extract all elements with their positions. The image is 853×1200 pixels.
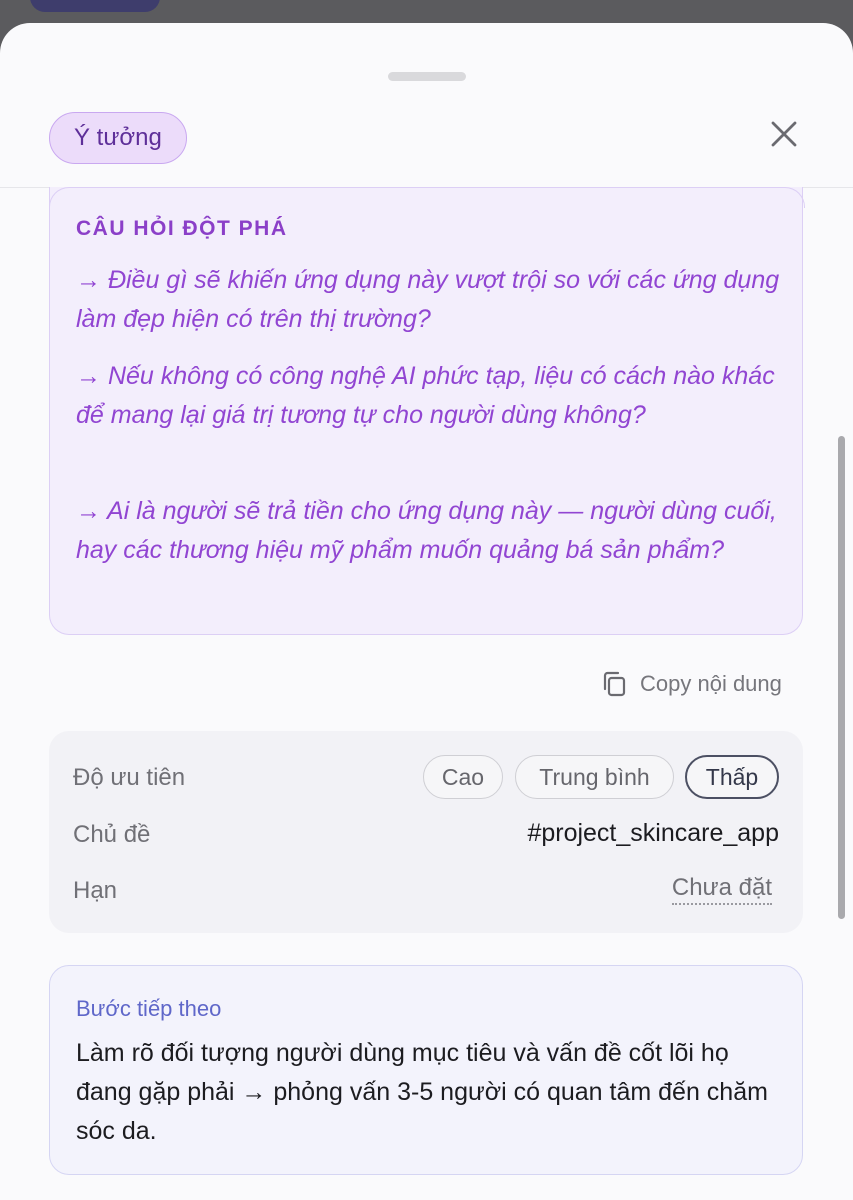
priority-option-medium[interactable]: Trung bình: [515, 755, 674, 799]
close-icon: [771, 121, 797, 147]
question-item: → Điều gì sẽ khiến ứng dụng này vượt trộ…: [76, 266, 780, 333]
copy-label: Copy nội dung: [640, 671, 782, 696]
priority-label: Độ ưu tiên: [73, 764, 186, 791]
topic-value: #project_skincare_app: [527, 819, 779, 847]
questions-heading: CÂU HỎI ĐỘT PHÁ: [76, 217, 288, 240]
deadline-label: Hạn: [73, 877, 118, 904]
close-button[interactable]: [766, 116, 802, 152]
question-item: → Nếu không có công nghệ AI phức tạp, li…: [76, 362, 775, 429]
next-step-card: Bước tiếp theo Làm rõ đối tượng người dù…: [49, 965, 803, 1175]
priority-option-low-selected[interactable]: Thấp: [685, 755, 779, 799]
breakthrough-questions-card: CÂU HỎI ĐỘT PHÁ → Điều gì sẽ khiến ứng d…: [48, 187, 805, 635]
priority-option-high[interactable]: Cao: [423, 755, 503, 799]
next-step-body: Làm rõ đối tượng người dùng mục tiêu và …: [76, 1039, 768, 1145]
deadline-value[interactable]: Chưa đặt: [671, 874, 772, 905]
sheet-grabber[interactable]: [388, 72, 466, 81]
next-step-heading: Bước tiếp theo: [76, 996, 222, 1021]
meta-card: Độ ưu tiên Cao Trung bình Thấp Chủ đề #p…: [49, 731, 803, 933]
topic-label: Chủ đề: [73, 821, 151, 848]
backdrop-content: [30, 0, 160, 12]
scrollbar-thumb[interactable]: [838, 436, 845, 919]
category-tag: Ý tưởng: [49, 112, 187, 164]
question-item: → Ai là người sẽ trả tiền cho ứng dụng n…: [76, 497, 777, 564]
idea-detail-sheet: Ý tưởng CÂU HỎI ĐỘT PHÁ → Điều gì sẽ khi…: [0, 23, 853, 1200]
copy-content-button[interactable]: Copy nội dung: [600, 668, 782, 700]
copy-icon: [603, 671, 626, 697]
